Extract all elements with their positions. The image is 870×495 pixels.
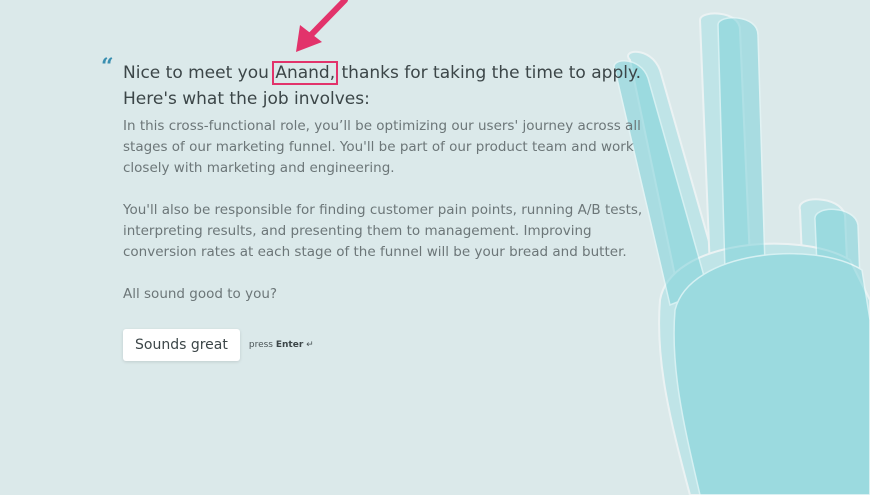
enter-hint: press Enter ↵: [249, 340, 314, 350]
description-paragraph-2: You'll also be responsible for finding c…: [123, 202, 643, 260]
question-line2: Here's what the job involves:: [123, 89, 370, 109]
greeting-prefix: Nice to meet you: [123, 63, 269, 83]
description-paragraph-3: All sound good to you?: [123, 286, 278, 302]
answer-row: Sounds great press Enter ↵: [123, 329, 314, 361]
greeting-suffix: thanks for taking the time to apply.: [341, 63, 641, 83]
hint-prefix: press: [248, 340, 273, 350]
highlighted-name: Anand,: [272, 61, 339, 85]
hint-key: Enter: [275, 340, 304, 350]
description-paragraph-1: In this cross-functional role, you’ll be…: [123, 118, 641, 176]
quote-icon: “: [101, 54, 114, 80]
enter-key-icon: ↵: [306, 340, 314, 350]
question-description: In this cross-functional role, you’ll be…: [123, 116, 663, 326]
sounds-great-button[interactable]: Sounds great: [123, 329, 240, 361]
question-title: Nice to meet you Anand, thanks for takin…: [123, 60, 663, 112]
